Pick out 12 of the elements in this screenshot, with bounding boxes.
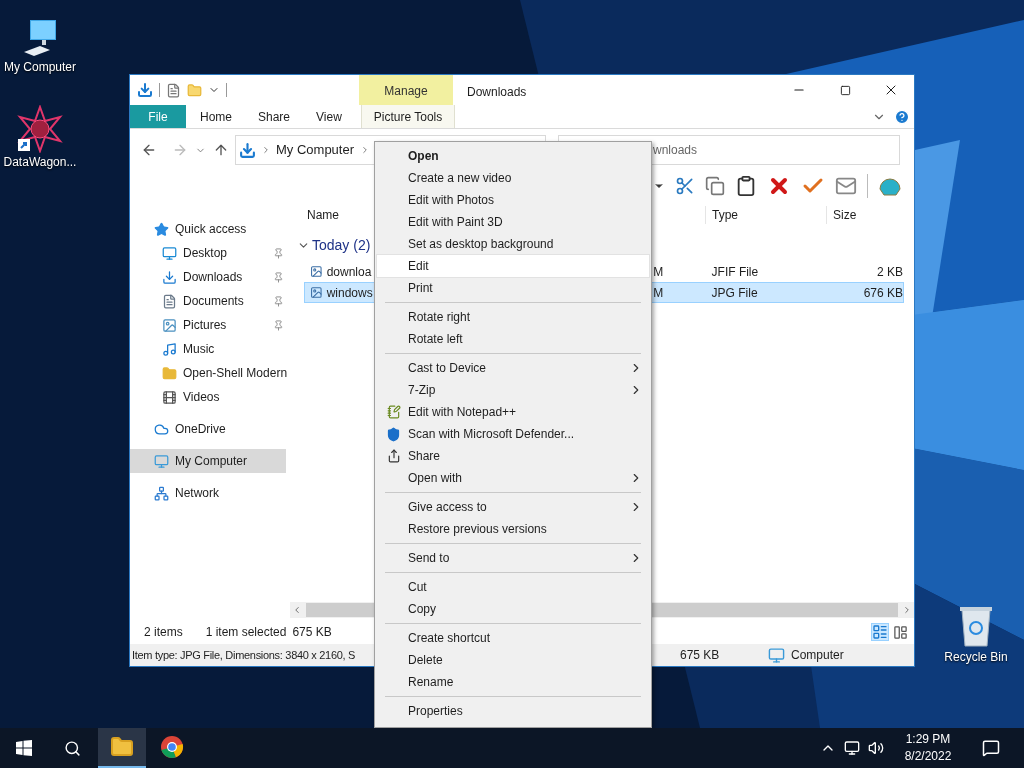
item-count: 2 items xyxy=(144,624,183,641)
file-size: 2 KB xyxy=(876,263,903,281)
file-date: M xyxy=(653,263,665,281)
file-date: M xyxy=(653,284,665,302)
file-name: downloa xyxy=(326,263,373,281)
file-type: JFIF File xyxy=(711,263,760,281)
selection-count: 1 item selected xyxy=(205,624,287,641)
selection-size: 675 KB xyxy=(292,624,332,641)
file-size: 676 KB xyxy=(862,284,903,302)
file-type: JPG File xyxy=(711,284,759,302)
window-title: Downloads xyxy=(466,84,528,101)
file-name: windows xyxy=(326,284,374,302)
